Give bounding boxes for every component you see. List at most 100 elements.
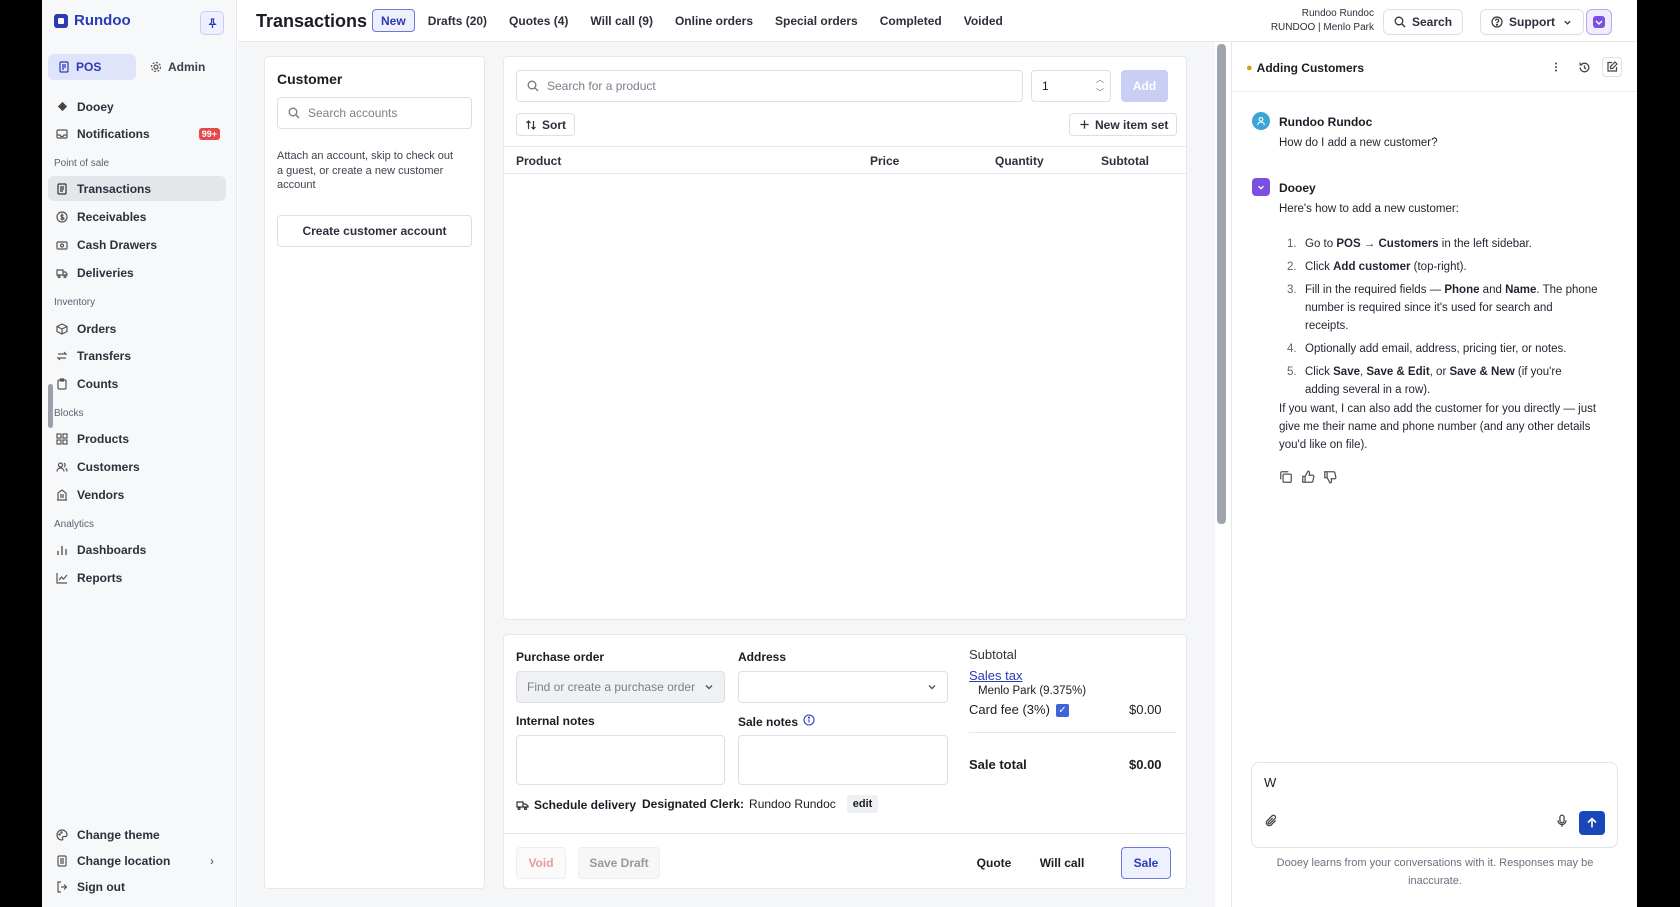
search-icon bbox=[288, 107, 300, 119]
purchase-order-select[interactable]: Find or create a purchase order bbox=[516, 671, 725, 703]
sidebar-item-sign-out[interactable]: Sign out bbox=[48, 874, 226, 899]
card-fee-value: $0.00 bbox=[1129, 702, 1162, 717]
sidebar-item-label: Change theme bbox=[77, 827, 160, 842]
edit-clerk-button[interactable]: edit bbox=[846, 795, 879, 813]
mode-admin-label: Admin bbox=[168, 60, 206, 74]
sidebar-item-counts[interactable]: Counts bbox=[48, 371, 226, 396]
send-button[interactable] bbox=[1579, 811, 1605, 835]
thumbs-up-icon[interactable] bbox=[1301, 470, 1315, 489]
copy-icon[interactable] bbox=[1279, 470, 1293, 489]
sidebar-item-transfers[interactable]: Transfers bbox=[48, 343, 226, 368]
sidebar-item-receivables[interactable]: Receivables bbox=[48, 204, 226, 229]
brand[interactable]: Rundoo bbox=[54, 12, 131, 29]
tab-new[interactable]: New bbox=[372, 9, 415, 32]
sidebar-item-dashboards[interactable]: Dashboards bbox=[48, 537, 226, 562]
schedule-delivery-button[interactable]: Schedule delivery bbox=[516, 798, 636, 812]
tab-quotes[interactable]: Quotes (4) bbox=[500, 9, 577, 32]
sidebar-item-products[interactable]: Products bbox=[48, 426, 226, 451]
users-icon bbox=[56, 461, 68, 473]
main-scrollbar[interactable] bbox=[1217, 44, 1226, 524]
chevron-down-icon[interactable]: ﹀ bbox=[1096, 86, 1104, 99]
sales-tax-link[interactable]: Sales tax bbox=[969, 668, 1022, 683]
chat-input[interactable]: W bbox=[1264, 775, 1276, 790]
quantity-stepper[interactable]: 1 ︿ ﹀ bbox=[1031, 70, 1111, 102]
quantity-arrows[interactable]: ︿ ﹀ bbox=[1096, 73, 1104, 99]
save-draft-button[interactable]: Save Draft bbox=[578, 847, 660, 879]
sidebar-item-change-theme[interactable]: Change theme bbox=[48, 822, 226, 847]
tab-special-orders[interactable]: Special orders bbox=[766, 9, 867, 32]
footer-divider bbox=[504, 833, 1186, 834]
tab-voided[interactable]: Voided bbox=[955, 9, 1012, 32]
tab-will-call[interactable]: Will call (9) bbox=[581, 9, 662, 32]
new-item-set-button[interactable]: New item set bbox=[1069, 113, 1178, 136]
search-accounts-input[interactable]: Search accounts bbox=[277, 97, 472, 129]
create-customer-account-button[interactable]: Create customer account bbox=[277, 215, 472, 247]
column-quantity: Quantity bbox=[995, 154, 1044, 168]
sidebar-item-label: Sign out bbox=[77, 879, 125, 894]
sidebar-item-reports[interactable]: Reports bbox=[48, 565, 226, 590]
sale-button[interactable]: Sale bbox=[1121, 847, 1171, 879]
sidebar-item-notifications[interactable]: Notifications 99+ bbox=[48, 121, 226, 146]
dooey-chat-panel: ● Adding Customers Rundoo Rundoc How do … bbox=[1231, 42, 1637, 907]
will-call-button[interactable]: Will call bbox=[1036, 847, 1088, 879]
sidebar-item-label: Dooey bbox=[77, 99, 114, 114]
user-info[interactable]: Rundoo Rundoc RUNDOO | Menlo Park bbox=[1226, 7, 1374, 35]
chevron-down-icon bbox=[705, 685, 713, 690]
mode-pos-button[interactable]: POS bbox=[48, 54, 136, 80]
bot-step-item: 5. Click Save, Save & Edit, or Save & New… bbox=[1279, 363, 1599, 399]
history-icon[interactable] bbox=[1574, 57, 1594, 77]
void-button[interactable]: Void bbox=[516, 847, 566, 879]
column-subtotal: Subtotal bbox=[1101, 154, 1149, 168]
transfer-icon bbox=[56, 350, 68, 362]
sidebar-item-vendors[interactable]: Vendors bbox=[48, 482, 226, 507]
search-button[interactable]: Search bbox=[1383, 9, 1464, 35]
more-options-icon[interactable] bbox=[1546, 57, 1566, 77]
gear-icon bbox=[150, 61, 162, 73]
microphone-icon[interactable] bbox=[1555, 814, 1569, 833]
info-icon[interactable] bbox=[803, 714, 815, 729]
sidebar-item-dooey[interactable]: Dooey bbox=[48, 94, 226, 119]
tab-completed[interactable]: Completed bbox=[871, 9, 951, 32]
dooey-toggle-button[interactable] bbox=[1586, 9, 1612, 35]
step-emphasis: Name bbox=[1505, 284, 1537, 296]
thumbs-down-icon[interactable] bbox=[1323, 470, 1337, 489]
sidebar-item-deliveries[interactable]: Deliveries bbox=[48, 260, 226, 285]
sale-notes-textarea[interactable] bbox=[738, 735, 948, 785]
sidebar-scrollbar[interactable] bbox=[48, 384, 53, 428]
sidebar-item-customers[interactable]: Customers bbox=[48, 454, 226, 479]
support-button[interactable]: Support bbox=[1480, 9, 1584, 35]
tab-online-orders[interactable]: Online orders bbox=[666, 9, 762, 32]
building-icon bbox=[56, 488, 68, 501]
quote-button[interactable]: Quote bbox=[974, 847, 1014, 879]
chat-title: Adding Customers bbox=[1256, 61, 1364, 75]
sidebar-item-orders[interactable]: Orders bbox=[48, 316, 226, 341]
sidebar-item-cash-drawers[interactable]: Cash Drawers bbox=[48, 232, 226, 257]
products-table-header: Product Price Quantity Subtotal bbox=[504, 146, 1186, 174]
chevron-up-icon[interactable]: ︿ bbox=[1096, 73, 1104, 86]
search-icon bbox=[527, 80, 539, 92]
mode-admin-button[interactable]: Admin bbox=[140, 54, 215, 80]
new-chat-icon[interactable] bbox=[1602, 57, 1622, 77]
add-product-button[interactable]: Add bbox=[1121, 70, 1168, 102]
chat-composer[interactable]: W bbox=[1251, 762, 1618, 848]
attachment-icon[interactable] bbox=[1264, 814, 1278, 833]
order-details-panel: Purchase order Find or create a purchase… bbox=[503, 634, 1187, 889]
transaction-tabs: New Drafts (20) Quotes (4) Will call (9)… bbox=[372, 9, 1012, 32]
tab-drafts[interactable]: Drafts (20) bbox=[419, 9, 496, 32]
bot-step-item: 2. Click Add customer (top-right). bbox=[1279, 258, 1599, 276]
product-search-input[interactable]: Search for a product bbox=[516, 70, 1023, 102]
step-number: 3. bbox=[1287, 284, 1297, 296]
sidebar-item-change-location[interactable]: Change location › bbox=[48, 848, 226, 873]
sidebar-item-transactions[interactable]: Transactions bbox=[48, 176, 226, 201]
page-title: Transactions bbox=[256, 11, 368, 31]
sale-notes-label-row: Sale notes bbox=[738, 714, 815, 729]
sidebar-item-label: Cash Drawers bbox=[77, 237, 158, 252]
section-title-point-of-sale: Point of sale bbox=[54, 158, 110, 169]
bot-intro-text: Here's how to add a new customer: bbox=[1279, 203, 1459, 215]
address-select[interactable] bbox=[738, 671, 948, 703]
sort-button[interactable]: Sort bbox=[516, 113, 575, 136]
pin-sidebar-button[interactable] bbox=[200, 11, 224, 35]
card-fee-checkbox[interactable]: ✓ bbox=[1055, 704, 1069, 718]
internal-notes-textarea[interactable] bbox=[516, 735, 725, 785]
sidebar-item-label: Receivables bbox=[77, 209, 147, 224]
